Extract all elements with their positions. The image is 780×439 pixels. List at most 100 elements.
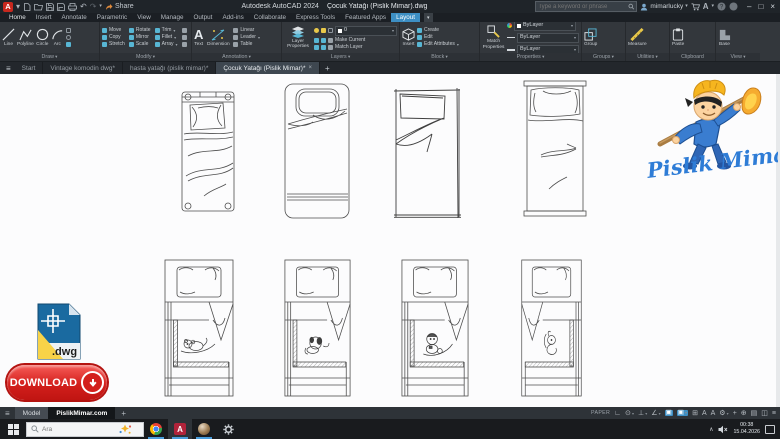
- isodraft-icon[interactable]: ▣: [664, 409, 673, 417]
- plot-printer-icon[interactable]: [68, 2, 77, 11]
- table-tool[interactable]: Table: [233, 42, 260, 47]
- edit-attributes-tool[interactable]: Edit Attributes: [417, 42, 459, 47]
- layer-select-dropdown[interactable]: 0: [335, 25, 397, 36]
- clipboard-panel-label[interactable]: Clipboard: [670, 53, 715, 61]
- offset-tool[interactable]: [181, 42, 187, 47]
- utilities-panel-label[interactable]: Utilities: [626, 53, 669, 61]
- new-drawing-button[interactable]: +: [320, 62, 335, 74]
- annotation-visibility-icon[interactable]: A: [702, 410, 707, 417]
- taskbar-clock[interactable]: 00:38 15.04.2026: [733, 422, 760, 435]
- explode-tool[interactable]: [181, 35, 187, 40]
- layer-properties-tool[interactable]: Layer Properties: [284, 26, 312, 50]
- line-tool[interactable]: Line: [2, 28, 15, 47]
- edit-block-tool[interactable]: Edit: [417, 35, 459, 40]
- layer-on-icon[interactable]: [314, 28, 319, 33]
- rotate-tool[interactable]: Rotate: [128, 28, 151, 33]
- leader-tool[interactable]: Leader: [233, 35, 260, 40]
- new-file-icon[interactable]: [23, 2, 31, 11]
- measure-tool[interactable]: Measure: [628, 27, 647, 47]
- notification-icon[interactable]: [729, 2, 738, 11]
- ribbon-tab-manage[interactable]: Manage: [156, 13, 189, 22]
- layer-lock-icon[interactable]: [328, 28, 333, 33]
- a-dropdown-icon[interactable]: ▾: [712, 4, 715, 9]
- lineweight-bylayer-dropdown[interactable]: ByLayer: [517, 44, 579, 53]
- taskbar-search-box[interactable]: [26, 421, 144, 437]
- close-button[interactable]: ×: [770, 2, 775, 11]
- taskbar-chrome-icon[interactable]: [144, 419, 168, 439]
- open-folder-icon[interactable]: [34, 3, 44, 11]
- paper-space-label[interactable]: PAPER: [591, 410, 610, 416]
- quick-properties-icon[interactable]: ⊕: [741, 410, 747, 417]
- bed-drawing-bunny[interactable]: [520, 258, 583, 398]
- taskbar-settings-icon[interactable]: [216, 419, 240, 439]
- ribbon-tab-home[interactable]: Home: [4, 13, 31, 22]
- bed-drawing-bear[interactable]: [400, 258, 470, 398]
- isolate-objects-icon[interactable]: ▤: [751, 410, 758, 417]
- linear-tool[interactable]: Linear: [233, 28, 260, 33]
- file-tab-vintage-komodin[interactable]: Vintage komodin dwg*: [43, 62, 123, 74]
- file-tab-hasta-yatagi[interactable]: hasta yatağı (pislik mimar)*: [123, 62, 217, 74]
- save-as-icon[interactable]: [57, 2, 65, 11]
- download-button[interactable]: DOWNLOAD: [7, 365, 107, 400]
- groups-panel-label[interactable]: Groups: [582, 53, 625, 61]
- paste-tool[interactable]: Paste: [672, 28, 684, 47]
- annotation-panel-label[interactable]: Annotation: [192, 53, 281, 61]
- help-search-input[interactable]: [538, 3, 626, 10]
- bed-drawing-sketch[interactable]: [393, 88, 462, 218]
- file-tab-cocuk-yatagi[interactable]: Çocuk Yatağı (Pislik Mimar)* ×: [216, 62, 320, 74]
- account-area[interactable]: mimarlucky ▾: [640, 3, 688, 11]
- user-dropdown-icon[interactable]: ▾: [685, 4, 688, 9]
- base-tool[interactable]: Base: [718, 28, 731, 47]
- file-tabs-menu-icon[interactable]: ≡: [2, 62, 15, 74]
- fillet-tool[interactable]: Fillet: [154, 35, 178, 40]
- object-snap-icon[interactable]: ▣: [676, 409, 689, 417]
- make-current-tool[interactable]: Make Current: [314, 37, 397, 43]
- match-properties-tool[interactable]: Match Properties: [482, 25, 505, 50]
- linetype-bylayer-dropdown[interactable]: ByLayer: [517, 32, 579, 43]
- volume-icon[interactable]: [718, 425, 728, 434]
- view-panel-label[interactable]: View: [716, 53, 760, 61]
- start-button[interactable]: [0, 423, 26, 435]
- layers-panel-label[interactable]: Layers: [282, 53, 399, 61]
- app-menu-dropdown-icon[interactable]: ▾: [16, 2, 20, 11]
- bed-drawing-plain-plan[interactable]: [523, 79, 587, 218]
- polyline-tool[interactable]: Polyline: [17, 28, 34, 47]
- trim-tool[interactable]: Trim: [154, 28, 178, 33]
- search-icon[interactable]: [628, 3, 635, 10]
- autocad-app-icon[interactable]: A: [3, 1, 13, 12]
- ribbon-tab-addins[interactable]: Add-ins: [217, 13, 248, 22]
- cart-icon[interactable]: [691, 2, 700, 11]
- mirror-tool[interactable]: Mirror: [128, 35, 151, 40]
- model-tab[interactable]: Model: [14, 407, 49, 419]
- maximize-button[interactable]: □: [758, 2, 763, 11]
- hatch-tool[interactable]: [65, 42, 71, 47]
- help-search-box[interactable]: [535, 1, 638, 12]
- draw-panel-label[interactable]: Draw: [0, 53, 99, 61]
- layout-menu-icon[interactable]: ≡: [0, 407, 15, 419]
- ellipse-tool[interactable]: [65, 35, 71, 40]
- tray-expand-icon[interactable]: ∧: [709, 426, 713, 433]
- circle-tool[interactable]: Circle: [36, 28, 49, 47]
- scale-tool[interactable]: Scale: [128, 42, 151, 47]
- block-panel-label[interactable]: Block: [400, 53, 479, 61]
- redo-icon[interactable]: ↷: [90, 2, 97, 11]
- text-tool[interactable]: A Text: [194, 28, 203, 47]
- polar-tracking-icon[interactable]: ∠: [651, 410, 660, 417]
- bed-drawing-puppy-1[interactable]: [163, 258, 235, 398]
- qat-dropdown-icon[interactable]: ▾: [99, 4, 102, 9]
- close-tab-icon[interactable]: ×: [308, 65, 312, 71]
- group-tool[interactable]: Group: [584, 28, 597, 47]
- bed-drawing-caster-plan[interactable]: [178, 88, 238, 215]
- ribbon-tab-output[interactable]: Output: [189, 13, 218, 22]
- lineweight-toggle-icon[interactable]: ⊞: [692, 410, 698, 417]
- color-bylayer-dropdown[interactable]: ByLayer: [514, 22, 576, 31]
- clean-screen-icon[interactable]: ◫: [761, 410, 768, 417]
- ribbon-display-toggle[interactable]: ▾: [423, 13, 433, 22]
- create-block-tool[interactable]: Create: [417, 28, 459, 33]
- minimize-button[interactable]: –: [747, 2, 751, 11]
- action-center-icon[interactable]: [765, 424, 775, 434]
- ribbon-tab-view[interactable]: View: [132, 13, 156, 22]
- ribbon-tab-layout[interactable]: Layout: [391, 13, 420, 22]
- ribbon-tab-featured-apps[interactable]: Featured Apps: [340, 13, 391, 22]
- help-icon[interactable]: ?: [717, 2, 726, 11]
